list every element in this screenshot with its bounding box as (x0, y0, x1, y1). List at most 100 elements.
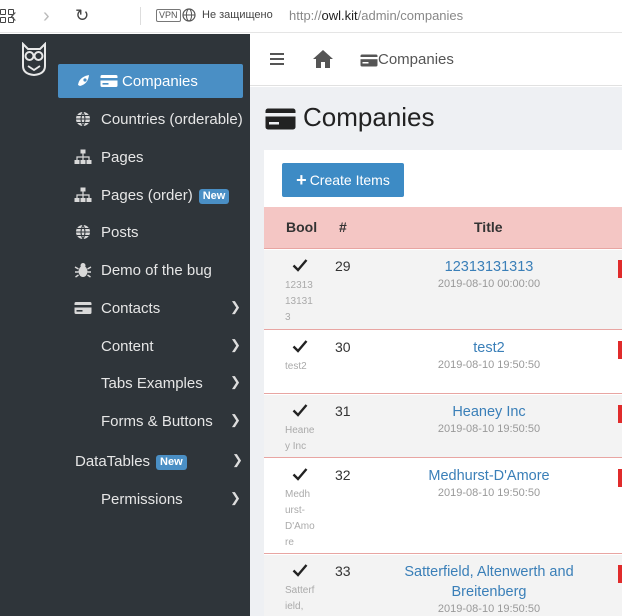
row-title-link[interactable]: Medhurst-D'Amore (384, 466, 594, 486)
page-title: Companies (303, 102, 435, 132)
table-row[interactable]: Medhurst-D'Amore 32 Medhurst-D'Amore 201… (264, 459, 622, 554)
row-id: 33 (335, 563, 351, 579)
owl-logo-icon[interactable] (20, 42, 48, 76)
row-title-link[interactable]: test2 (384, 338, 594, 358)
chevron-right-icon: ❯ (230, 412, 241, 427)
table-row[interactable]: Heaney Inc 31 Heaney Inc 2019-08-10 19:5… (264, 395, 622, 458)
rocket-icon (78, 75, 89, 86)
sidebar-item-posts[interactable]: Posts (58, 215, 243, 249)
table-row[interactable]: test2 30 test2 2019-08-10 19:50:50 (264, 331, 622, 394)
sidebar-item-label: DataTables (75, 452, 151, 470)
sidebar: Companies Countries (orderable) Pages Pa… (0, 34, 250, 616)
sidebar-item-content[interactable]: Content ❯ (58, 329, 243, 363)
sidebar-item-countries[interactable]: Countries (orderable) (58, 102, 243, 136)
toolbar-divider (140, 7, 141, 25)
bool-subtext: 12313131313 (285, 280, 313, 323)
url-prefix: http:// (289, 8, 322, 23)
sidebar-item-datatables[interactable]: DataTables New ❯ (0, 444, 243, 478)
browser-toolbar: ‹ › ↻ VPN Не защищено http://owl.kit/adm… (0, 0, 622, 33)
checkmark-icon (292, 340, 308, 353)
row-id: 32 (335, 467, 351, 483)
home-icon[interactable] (312, 49, 334, 69)
chevron-right-icon: ❯ (230, 337, 241, 352)
sidebar-item-label: Pages (order) (101, 186, 193, 204)
checkmark-icon (292, 259, 308, 272)
security-status[interactable]: Не защищено (202, 9, 273, 21)
credit-card-icon (100, 75, 118, 87)
status-indicator (618, 565, 622, 583)
row-title-link[interactable]: Satterfield, Altenwerth and Breitenberg (384, 562, 594, 602)
bool-subtext: Satterfield, (285, 585, 315, 612)
sidebar-item-forms-buttons[interactable]: Forms & Buttons ❯ (58, 404, 243, 438)
table-row[interactable]: Satterfield, 33 Satterfield, Altenwerth … (264, 555, 622, 616)
row-title-link[interactable]: Heaney Inc (384, 402, 594, 422)
sidebar-item-companies[interactable]: Companies (58, 64, 243, 98)
status-indicator (618, 469, 622, 487)
status-indicator (618, 341, 622, 359)
row-id: 30 (335, 339, 351, 355)
top-header: Companies (250, 34, 622, 86)
table-row[interactable]: 12313131313 29 12313131313 2019-08-10 00… (264, 250, 622, 330)
column-header-id[interactable]: # (339, 219, 347, 235)
row-date: 2019-08-10 19:50:50 (437, 603, 541, 615)
create-items-button[interactable]: + Create Items (282, 163, 404, 197)
globe-icon (76, 111, 90, 127)
checkmark-icon (292, 404, 308, 417)
row-date: 2019-08-10 19:50:50 (437, 487, 541, 499)
checkmark-icon (292, 564, 308, 577)
table-header: Bool # Title (264, 207, 622, 249)
status-indicator (618, 405, 622, 423)
row-id: 29 (335, 258, 351, 274)
url-path: /admin/companies (357, 8, 464, 23)
sidebar-item-label: Countries (orderable) (101, 110, 243, 128)
chevron-right-icon: ❯ (232, 452, 243, 467)
credit-card-icon (74, 302, 92, 314)
column-header-bool[interactable]: Bool (286, 219, 317, 235)
sidebar-item-tabs-examples[interactable]: Tabs Examples ❯ (58, 366, 243, 400)
sidebar-item-label: Permissions (101, 490, 183, 508)
status-indicator (618, 260, 622, 278)
breadcrumb[interactable]: Companies (378, 51, 454, 68)
sidebar-item-demo-bug[interactable]: Demo of the bug (58, 253, 243, 287)
row-date: 2019-08-10 00:00:00 (437, 278, 541, 290)
sidebar-item-label: Tabs Examples (101, 374, 203, 392)
sidebar-item-label: Pages (101, 148, 144, 166)
sidebar-item-pages-order[interactable]: Pages (order) New (58, 178, 243, 212)
sidebar-item-label: Companies (122, 72, 198, 90)
sidebar-item-permissions[interactable]: Permissions ❯ (58, 482, 243, 516)
main-content: Companies + Create Items Bool # Title 12… (250, 87, 622, 616)
sidebar-item-pages[interactable]: Pages (58, 140, 243, 174)
reload-icon[interactable]: ↻ (75, 6, 89, 26)
row-date: 2019-08-10 19:50:50 (437, 423, 541, 435)
url-host: owl.kit (321, 8, 358, 23)
sidebar-item-label: Forms & Buttons (101, 412, 213, 430)
row-id: 31 (335, 403, 351, 419)
sidebar-item-label-wrap: Pages (order) New (101, 186, 230, 204)
sidebar-item-label: Contacts (101, 299, 161, 317)
new-badge: New (198, 188, 230, 204)
sidebar-item-contacts[interactable]: Contacts ❯ (58, 291, 243, 325)
create-items-label: Create Items (309, 172, 390, 188)
row-title-link[interactable]: 12313131313 (384, 257, 594, 277)
sidebar-item-label: Demo of the bug (101, 261, 212, 279)
address-bar[interactable]: http://owl.kit/admin/companies (289, 8, 463, 23)
sidebar-item-label: Posts (101, 223, 139, 241)
credit-card-icon (360, 54, 378, 67)
table-card: + Create Items Bool # Title 12313131313 … (264, 150, 622, 616)
vpn-badge[interactable]: VPN (156, 9, 181, 22)
chevron-right-icon: ❯ (230, 374, 241, 389)
bool-subtext: Heaney Inc (285, 425, 315, 452)
row-date: 2019-08-10 19:50:50 (437, 359, 541, 371)
chevron-right-icon: ❯ (230, 490, 241, 505)
credit-card-icon (265, 108, 296, 130)
bool-subtext: Medhurst-D'Amore (285, 489, 315, 548)
back-arrow-icon[interactable]: ‹ (10, 6, 17, 26)
sitemap-icon (74, 149, 92, 164)
column-header-title[interactable]: Title (474, 219, 503, 235)
bool-subtext: test2 (285, 361, 307, 372)
checkmark-icon (292, 468, 308, 481)
forward-arrow-icon[interactable]: › (43, 6, 50, 26)
hamburger-menu-icon[interactable] (270, 53, 284, 65)
bug-icon (74, 263, 92, 278)
sidebar-item-label: Content (101, 337, 154, 355)
